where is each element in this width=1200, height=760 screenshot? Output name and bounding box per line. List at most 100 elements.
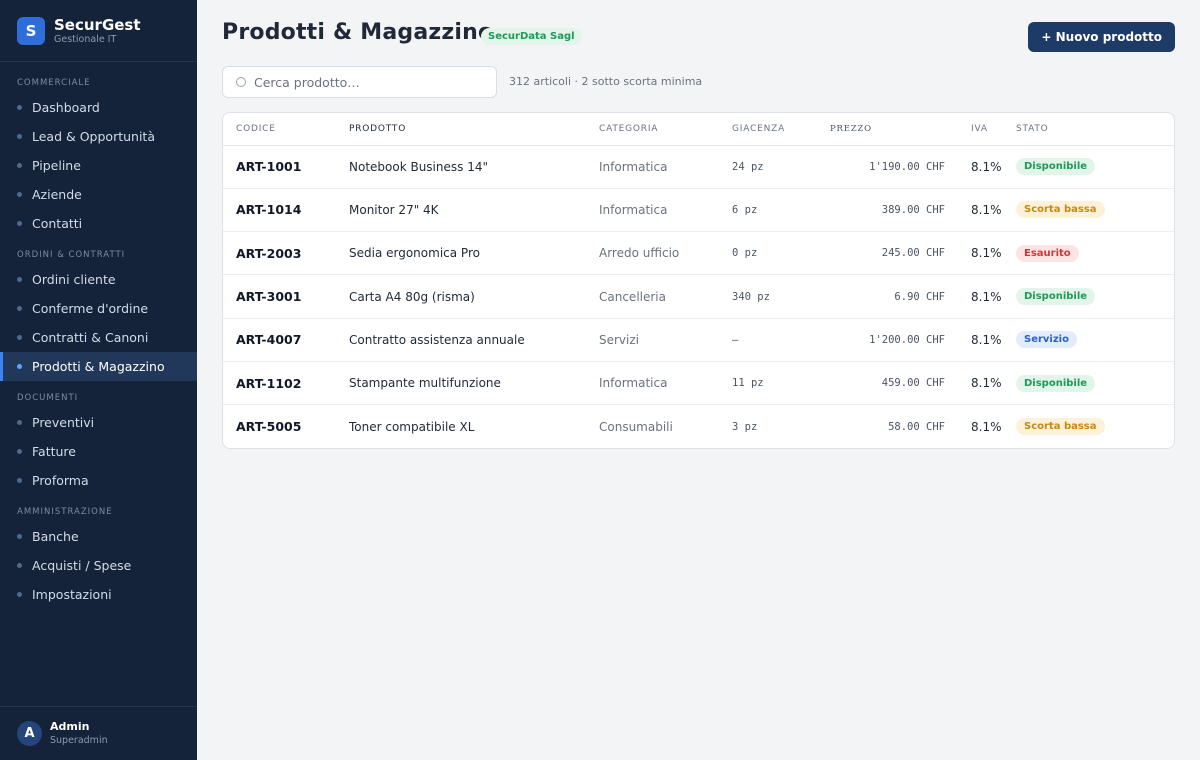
bullet-icon	[17, 105, 22, 110]
product-price: 58.00 CHF	[888, 420, 945, 433]
table-row[interactable]: ART-3001 Carta A4 80g (risma) Cancelleria 3…	[223, 275, 1174, 319]
product-price: 1'190.00 CHF	[869, 160, 945, 173]
sidebar-item-contatti[interactable]: Contatti	[0, 209, 197, 238]
new-product-button[interactable]: + Nuovo prodotto	[1028, 22, 1175, 52]
status-badge: Scorta bassa	[1016, 418, 1105, 436]
column-header-price[interactable]: PREZZO	[830, 113, 945, 145]
page-title: Prodotti & Magazzino	[222, 20, 494, 45]
search-box[interactable]	[222, 66, 497, 98]
sidebar-item-contratti-canoni[interactable]: Contratti & Canoni	[0, 323, 197, 352]
table-row[interactable]: ART-5005 Toner compatibile XL Consumabili 3…	[223, 405, 1174, 448]
product-code: ART-3001	[236, 289, 302, 305]
product-vat: 8.1%	[971, 289, 1002, 304]
bullet-icon	[17, 163, 22, 168]
sidebar-item-conferme-d-ordine[interactable]: Conferme d'ordine	[0, 294, 197, 323]
status-badge: Servizio	[1016, 331, 1077, 349]
bullet-icon	[17, 221, 22, 226]
brand-subtitle: Gestionale IT	[54, 33, 117, 45]
product-category: Consumabili	[599, 419, 673, 434]
table-row[interactable]: ART-2003 Sedia ergonomica Pro Arredo uffic…	[223, 232, 1174, 275]
sidebar-item-banche[interactable]: Banche	[0, 522, 197, 551]
product-code: ART-5005	[236, 419, 302, 435]
sidebar-item-acquisti-spese[interactable]: Acquisti / Spese	[0, 551, 197, 580]
product-name: Monitor 27" 4K	[349, 202, 439, 217]
bullet-icon	[17, 534, 22, 539]
status-badge: Scorta bassa	[1016, 201, 1105, 219]
column-header-vat[interactable]: IVA	[945, 113, 1016, 145]
table-row[interactable]: ART-1102 Stampante multifunzione Informati…	[223, 361, 1174, 405]
product-stock: —	[732, 333, 739, 346]
sidebar-item-dashboard[interactable]: Dashboard	[0, 93, 197, 122]
main-content: Prodotti & Magazzino SecurData Sagl + Nu…	[197, 0, 1200, 760]
product-vat: 8.1%	[971, 159, 1002, 174]
product-stock: 24 pz	[732, 160, 764, 173]
product-price: 6.90 CHF	[894, 290, 945, 303]
table-header-row: CODICE PRODOTTO CATEGORIA GIACENZA PREZZ…	[223, 113, 1174, 145]
user-role: Superadmin	[50, 734, 108, 746]
product-name: Stampante multifunzione	[349, 376, 501, 391]
sidebar-section-title: DOCUMENTI	[17, 393, 79, 403]
bullet-icon	[17, 592, 22, 597]
sidebar-item-ordini-cliente[interactable]: Ordini cliente	[0, 265, 197, 294]
product-category: Servizi	[599, 332, 640, 347]
status-badge: Esaurito	[1016, 244, 1079, 262]
product-price: 1'200.00 CHF	[869, 333, 945, 346]
product-code: ART-2003	[236, 245, 302, 261]
product-category: Informatica	[599, 376, 668, 391]
product-vat: 8.1%	[971, 202, 1002, 217]
brand-logo[interactable]: S	[17, 16, 45, 45]
sidebar-item-label: Banche	[32, 529, 79, 544]
brand: S SecurGest Gestionale IT	[0, 0, 197, 62]
product-price: 389.00 CHF	[881, 203, 945, 216]
sidebar-item-impostazioni[interactable]: Impostazioni	[0, 580, 197, 609]
bullet-icon	[17, 306, 22, 311]
product-vat: 8.1%	[971, 246, 1002, 261]
sidebar-item-aziende[interactable]: Aziende	[0, 180, 197, 209]
sidebar-item-label: Pipeline	[32, 158, 81, 173]
product-category: Cancelleria	[599, 289, 666, 304]
sidebar-item-pipeline[interactable]: Pipeline	[0, 151, 197, 180]
bullet-icon	[17, 478, 22, 483]
product-name: Notebook Business 14"	[349, 159, 488, 174]
sidebar-item-label: Impostazioni	[32, 587, 112, 602]
product-category: Informatica	[599, 159, 668, 174]
company-badge: SecurData Sagl	[481, 28, 582, 45]
sidebar-item-lead-opportunita[interactable]: Lead & Opportunità	[0, 122, 197, 151]
sidebar-item-prodotti-magazzino[interactable]: Prodotti & Magazzino	[0, 352, 197, 381]
column-header-stock[interactable]: GIACENZA	[732, 113, 830, 145]
search-icon	[236, 77, 246, 87]
product-code: ART-4007	[236, 332, 302, 348]
product-stock: 6 pz	[732, 203, 758, 216]
sidebar-section-title: AMMINISTRAZIONE	[17, 507, 113, 517]
column-header-code[interactable]: CODICE	[223, 113, 349, 145]
sidebar-item-label: Preventivi	[32, 415, 95, 430]
inventory-stats: 312 articoli · 2 sotto scorta minima	[509, 75, 703, 88]
product-name: Contratto assistenza annuale	[349, 332, 525, 347]
product-stock: 11 pz	[732, 377, 764, 390]
bullet-icon	[17, 563, 22, 568]
table-row[interactable]: ART-1001 Notebook Business 14" Informatica…	[223, 145, 1174, 189]
sidebar-item-label: Lead & Opportunità	[32, 129, 155, 144]
user-profile[interactable]: A Admin Superadmin	[0, 706, 197, 760]
table-row[interactable]: ART-4007 Contratto assistenza annuale Serv…	[223, 318, 1174, 362]
products-table-card: CODICE PRODOTTO CATEGORIA GIACENZA PREZZ…	[222, 112, 1175, 449]
product-vat: 8.1%	[971, 419, 1002, 434]
product-code: ART-1001	[236, 159, 302, 175]
column-header-product[interactable]: PRODOTTO	[349, 113, 599, 145]
bullet-icon	[17, 134, 22, 139]
brand-name: SecurGest	[54, 15, 141, 34]
column-header-category[interactable]: CATEGORIA	[599, 113, 732, 145]
status-badge: Disponibile	[1016, 288, 1096, 306]
sidebar-item-preventivi[interactable]: Preventivi	[0, 408, 197, 437]
column-header-status[interactable]: STATO	[1016, 113, 1174, 145]
status-badge: Disponibile	[1016, 374, 1096, 392]
sidebar: S SecurGest Gestionale IT COMMERCIALE Das…	[0, 0, 197, 760]
product-stock: 340 pz	[732, 290, 770, 303]
bullet-icon	[17, 335, 22, 340]
search-input[interactable]	[254, 74, 484, 90]
bullet-icon	[17, 192, 22, 197]
sidebar-item-label: Fatture	[32, 444, 76, 459]
sidebar-item-proforma[interactable]: Proforma	[0, 466, 197, 495]
table-row[interactable]: ART-1014 Monitor 27" 4K Informatica 6 pz 389…	[223, 188, 1174, 232]
sidebar-item-fatture[interactable]: Fatture	[0, 437, 197, 466]
